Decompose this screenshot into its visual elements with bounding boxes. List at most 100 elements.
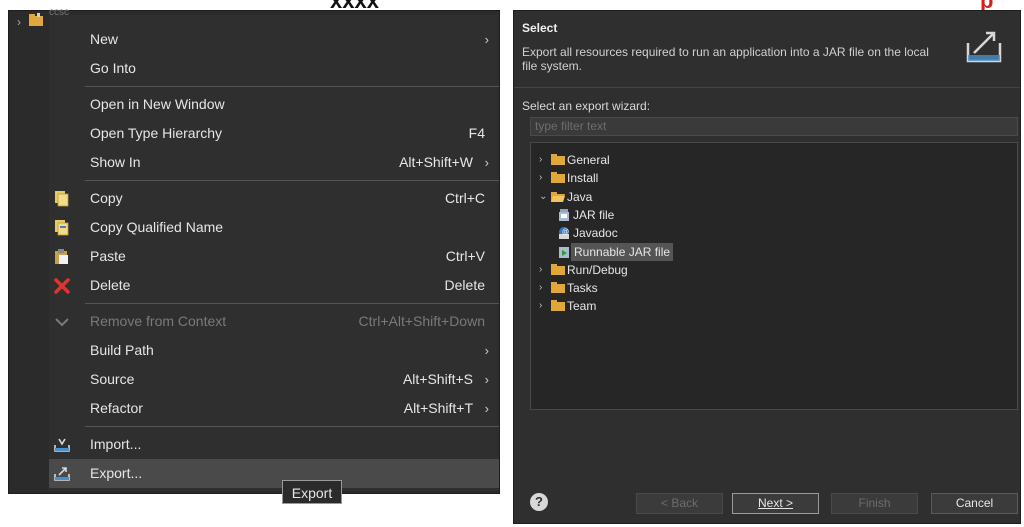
finish-button[interactable]: Finish (831, 493, 918, 514)
tree-node-jar-file[interactable]: JAR file (557, 206, 857, 224)
copy-qualified-icon (55, 220, 69, 236)
collapse-arrow-icon[interactable]: ⌄ (539, 188, 549, 206)
expand-arrow-icon[interactable]: › (539, 297, 549, 315)
expand-arrow-icon[interactable]: › (539, 151, 549, 169)
tree-node-install[interactable]: › Install (539, 169, 839, 187)
tree-node-label: Run/Debug (567, 262, 628, 277)
menu-item-show-in[interactable]: Show In Alt+Shift+W › (49, 148, 499, 177)
tree-node-tasks[interactable]: › Tasks (539, 279, 839, 297)
expand-arrow-icon[interactable]: › (539, 169, 549, 187)
menu-item-import[interactable]: Import... (49, 430, 499, 459)
tree-node-label: General (567, 153, 610, 167)
menu-item-label: Go Into (90, 60, 136, 76)
svg-text:@: @ (562, 229, 569, 236)
menu-item-copy[interactable]: Copy Ctrl+C (49, 184, 499, 213)
tree-node-runnable-jar-file[interactable]: Runnable JAR file (557, 242, 857, 261)
menu-item-shortcut: Ctrl+C (444, 190, 485, 206)
menu-item-label: Export... (90, 465, 143, 481)
menu-item-open-in-new-window[interactable]: Open in New Window (49, 90, 499, 119)
context-menu: New › Go Into Open in New Window Open Type H… (49, 15, 499, 491)
cropped-header: xxxxp (0, 0, 1024, 10)
wizard-title: Select (522, 21, 558, 35)
menu-item-label: Paste (90, 248, 126, 264)
filter-input[interactable]: type filter text (530, 117, 1018, 136)
next-button[interactable]: Next > (732, 493, 819, 514)
menu-separator (85, 426, 499, 427)
expand-arrow-icon[interactable]: › (539, 261, 549, 279)
copy-icon (55, 191, 69, 207)
export-wizard-dialog: Select Export all resources required to … (513, 10, 1021, 524)
menu-item-shortcut: Ctrl+V (445, 248, 485, 264)
folder-open-icon (551, 191, 565, 202)
folder-icon (551, 263, 565, 275)
submenu-arrow-icon: › (484, 155, 489, 170)
wizard-header: Select Export all resources required to … (514, 11, 1020, 88)
menu-item-label: Refactor (90, 400, 143, 416)
menu-item-shortcut: Alt+Shift+T (403, 400, 473, 416)
cancel-button[interactable]: Cancel (931, 493, 1018, 514)
tree-node-javadoc[interactable]: @ Javadoc (557, 224, 857, 242)
wizard-footer: ? < Back Next > Finish Cancel (514, 479, 1020, 523)
back-button[interactable]: < Back (636, 493, 723, 514)
menu-item-paste[interactable]: Paste Ctrl+V (49, 242, 499, 271)
import-icon (54, 438, 70, 452)
tree-node-label: Java (567, 189, 593, 204)
submenu-arrow-icon: › (484, 401, 489, 416)
folder-icon (551, 300, 565, 312)
menu-item-label: Show In (90, 154, 141, 170)
folder-icon (551, 172, 565, 184)
next-button-label: Next > (757, 496, 793, 510)
menu-item-label: Copy Qualified Name (90, 219, 224, 235)
menu-item-copy-qualified-name[interactable]: Copy Qualified Name (49, 213, 499, 242)
javadoc-icon: @ (559, 227, 569, 240)
menu-item-label: New (90, 31, 119, 47)
project-explorer-panel: › ccsc New › Go Into Open in New Window Open… (8, 7, 500, 504)
menu-item-new[interactable]: New › (49, 25, 499, 54)
menu-item-source[interactable]: Source Alt+Shift+S › (49, 365, 499, 394)
tree-node-label: Tasks (567, 281, 598, 296)
tree-expand-arrow-icon[interactable]: › (17, 15, 21, 29)
tree-node-label: JAR file (573, 207, 615, 222)
help-icon[interactable]: ? (530, 493, 548, 511)
menu-item-build-path[interactable]: Build Path › (49, 336, 499, 365)
tree-node-label: Team (567, 299, 597, 314)
menu-item-label: Source (90, 371, 135, 387)
menu-separator (85, 86, 499, 87)
expand-arrow-icon[interactable]: › (539, 279, 549, 297)
menu-item-shortcut: F4 (468, 125, 485, 141)
wizard-description: Export all resources required to run an … (522, 45, 929, 73)
menu-item-shortcut: Delete (444, 277, 485, 293)
export-banner-icon (966, 31, 1002, 63)
menu-item-shortcut: Alt+Shift+W (399, 154, 473, 170)
tree-node-team[interactable]: › Team (539, 297, 839, 315)
menu-item-delete[interactable]: Delete Delete (49, 271, 499, 300)
tree-node-label: Install (567, 171, 599, 186)
java-project-icon[interactable] (29, 13, 45, 27)
menu-item-export[interactable]: Export... (49, 459, 499, 488)
paste-icon (55, 249, 68, 264)
tree-node-run-debug[interactable]: › Run/Debug (539, 261, 839, 279)
runnable-jar-icon (559, 246, 569, 258)
tree-node-label: Runnable JAR file (571, 242, 674, 261)
tree-node-general[interactable]: › General (539, 151, 839, 169)
menu-item-refactor[interactable]: Refactor Alt+Shift+T › (49, 394, 499, 423)
export-tooltip: Export (282, 480, 342, 504)
tree-node-java[interactable]: ⌄ Java (539, 188, 839, 206)
menu-item-label: Remove from Context (90, 313, 227, 329)
export-icon (54, 467, 70, 481)
menu-item-open-type-hierarchy[interactable]: Open Type Hierarchy F4 (49, 119, 499, 148)
menu-item-remove-from-context[interactable]: Remove from Context Ctrl+Alt+Shift+Down (49, 307, 499, 336)
submenu-arrow-icon: › (484, 343, 489, 358)
tree-node-label: Javadoc (573, 226, 618, 241)
submenu-arrow-icon: › (484, 32, 489, 47)
menu-item-go-into[interactable]: Go Into (49, 54, 499, 83)
menu-item-label: Copy (90, 190, 123, 206)
menu-item-label: Open Type Hierarchy (90, 125, 223, 141)
submenu-arrow-icon: › (484, 372, 489, 387)
wizard-tree: › General › Install ⌄ Java JAR file @ Javadoc Run… (530, 142, 1018, 410)
delete-icon (54, 278, 70, 294)
jar-icon (559, 208, 569, 221)
remove-context-icon (55, 318, 69, 327)
menu-item-label: Delete (90, 277, 131, 293)
menu-item-label: Import... (90, 436, 142, 452)
